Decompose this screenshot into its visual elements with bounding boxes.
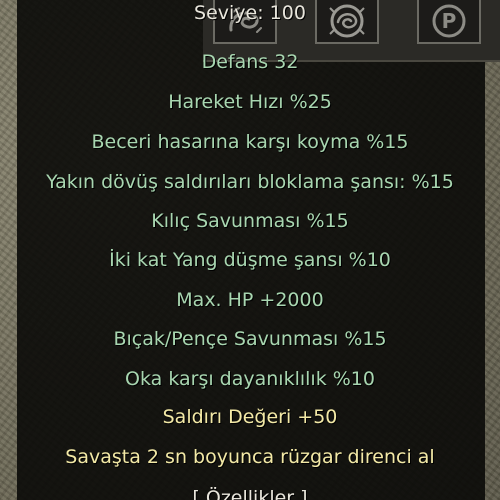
bonus-melee-block-chance: Yakın dövüş saldırıları bloklama şansı: …: [46, 171, 454, 193]
bonus-sword-defense: Kılıç Savunması %15: [151, 210, 349, 232]
section-heading-partial: [ Özellikler ]: [192, 487, 308, 500]
bonus-movement-speed: Hareket Hızı %25: [168, 91, 332, 113]
level-requirement: Seviye: 100: [194, 2, 306, 24]
special-effect-wind-resist: Savaşta 2 sn boyunca rüzgar direnci al: [65, 446, 435, 468]
defense-value: Defans 32: [201, 51, 299, 73]
bonus-dagger-claw-defense: Bıçak/Pençe Savunması %15: [113, 328, 387, 350]
bonus-max-hp: Max. HP +2000: [176, 289, 324, 311]
bonus-double-yang-chance: İki kat Yang düşme şansı %10: [109, 249, 391, 271]
bonus-skill-damage-resist: Beceri hasarına karşı koyma %15: [91, 131, 409, 153]
game-screen: P Seviye: 100 Defans 32 Hareket Hızı %25…: [0, 0, 500, 500]
bonus-arrow-resistance: Oka karşı dayanıklılık %10: [125, 368, 375, 390]
attack-value: Saldırı Değeri +50: [162, 406, 338, 428]
